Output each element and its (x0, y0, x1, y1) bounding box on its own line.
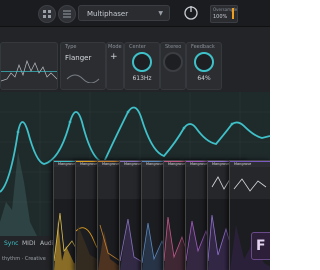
feedback-knob[interactable] (194, 52, 214, 72)
preset-name: Multiphaser (87, 10, 129, 18)
type-value[interactable]: Flanger (65, 54, 91, 62)
stacked-plugin-windows: Mangrove Mangrove 2 Mangrove Mangrove Ma… (53, 160, 270, 270)
window-title: Mangrove (190, 162, 208, 166)
logo-letter: F (256, 238, 266, 254)
tab-midi[interactable]: MIDI (22, 240, 35, 247)
input-waveform (0, 59, 58, 82)
window-title: Mangrove (234, 162, 252, 166)
grid-icon (43, 10, 51, 18)
product-logo: F (251, 232, 270, 260)
window-title: Mangrove (124, 162, 142, 166)
window-mini-graph (233, 178, 267, 192)
window-title: Mangrove (168, 162, 186, 166)
oversample-value: 100% (213, 14, 228, 20)
level-meter (232, 8, 234, 19)
type-label: Type (65, 44, 77, 50)
center-label: Center (129, 44, 146, 50)
window-controls (230, 167, 270, 199)
power-icon[interactable] (178, 3, 204, 23)
feedback-panel[interactable]: Feedback 64% (186, 42, 222, 90)
window-title: Mangrove (58, 162, 76, 166)
stereo-panel[interactable]: Stereo (160, 42, 186, 90)
stereo-knob[interactable] (163, 52, 183, 72)
center-value: 613Hz (132, 75, 152, 82)
feedback-value: 64% (197, 75, 211, 82)
menu-icon (63, 10, 71, 18)
mode-panel[interactable]: Mode + (106, 42, 124, 90)
center-knob[interactable] (132, 52, 152, 72)
oversample-display[interactable]: Oversample 100% (210, 5, 238, 23)
type-panel[interactable]: Type Flanger (60, 42, 106, 90)
tab-sync[interactable]: Sync (4, 240, 18, 247)
input-display-panel (0, 42, 58, 90)
stereo-label: Stereo (165, 44, 182, 50)
preset-browser-button[interactable] (38, 5, 56, 23)
window-title: Mangrove (146, 162, 164, 166)
plus-icon[interactable]: + (110, 52, 118, 62)
chevron-down-icon: ▼ (158, 10, 163, 17)
preset-menu-button[interactable] (58, 5, 76, 23)
footer-text: thythm · Creative (2, 256, 46, 262)
window-title: Mangrove (102, 162, 120, 166)
mode-label: Mode (108, 44, 122, 50)
feedback-label: Feedback (191, 44, 215, 50)
bottom-tab-bar: Sync MIDI Audio thythm · Creative (0, 236, 57, 270)
top-toolbar: Multiphaser ▼ Oversample 100% (0, 0, 270, 27)
center-panel[interactable]: Center 613Hz (124, 42, 160, 90)
preset-selector[interactable]: Multiphaser ▼ (78, 5, 170, 21)
type-icon (66, 74, 100, 83)
window-title: Mangrove (212, 162, 230, 166)
plugin-window: Multiphaser ▼ Oversample 100% Type Flang… (0, 0, 270, 270)
